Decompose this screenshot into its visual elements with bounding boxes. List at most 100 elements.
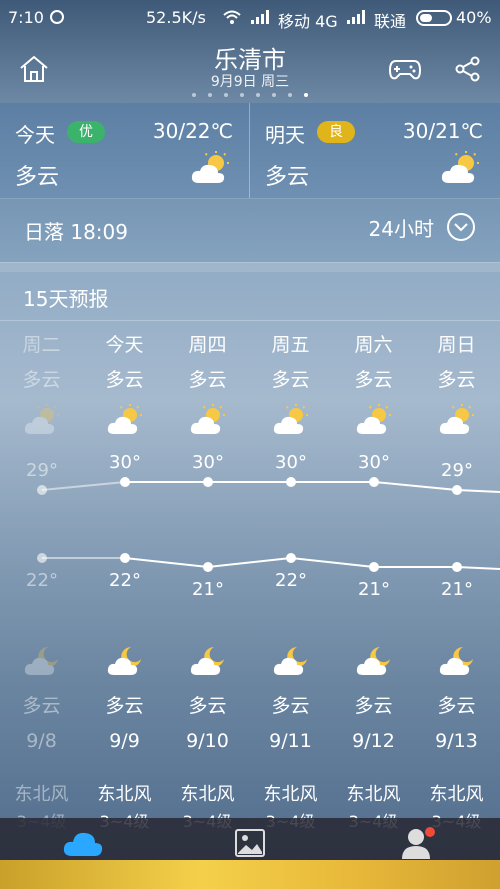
low-temp-point [120, 553, 130, 563]
moon-cloud-icon [356, 647, 390, 675]
share-icon[interactable] [455, 56, 481, 82]
low-temp-label: 22° [109, 570, 141, 591]
high-temp-point [203, 477, 213, 487]
carrier-1: 移动 4G [278, 12, 338, 31]
partly-cloudy-icon [356, 404, 391, 434]
forecast-night-column: 多云 9/13 东北风 3~4级 [415, 645, 498, 832]
city-title: 乐清市 [214, 46, 286, 74]
forecast-day: 周四 [188, 334, 227, 356]
tomorrow-card[interactable]: 明天 良 30/21℃ 多云 [250, 103, 499, 198]
forecast-date: 9/11 [269, 730, 312, 752]
forecast-night-condition: 多云 [437, 695, 476, 717]
battery-icon [416, 10, 452, 26]
forecast-night-condition: 多云 [105, 695, 144, 717]
partly-cloudy-icon [441, 151, 479, 183]
forecast-wind: 东北风 [346, 784, 401, 805]
low-temp-line-segment [456, 566, 500, 570]
page-indicator [192, 93, 312, 99]
forecast-day-column[interactable]: 周日 多云 [415, 330, 498, 440]
forecast-day-condition: 多云 [22, 369, 61, 391]
moon-cloud-icon [24, 647, 58, 675]
forecast-day-condition: 多云 [105, 369, 144, 391]
page-dot [224, 93, 228, 97]
low-temp-label: 21° [192, 579, 224, 600]
low-temp-point [286, 553, 296, 563]
high-temp-label: 30° [358, 452, 390, 473]
date-subtitle: 9月9日 周三 [210, 74, 290, 90]
partly-cloudy-icon [24, 404, 59, 434]
user-icon [402, 827, 435, 859]
gamepad-icon[interactable] [388, 56, 422, 82]
sunset-label: 日落 18:09 [24, 220, 128, 244]
forecast-date: 9/12 [352, 730, 395, 752]
forecast-wind: 东北风 [97, 784, 152, 805]
high-temp-line-segment [41, 481, 126, 491]
today-card[interactable]: 今天 优 30/22℃ 多云 [0, 103, 249, 198]
low-temp-point [452, 562, 462, 572]
forecast-day-column[interactable]: 周六 多云 [332, 330, 415, 440]
forecast-wind: 东北风 [429, 784, 484, 805]
forecast-day-condition: 多云 [354, 369, 393, 391]
forecast-date: 9/9 [109, 730, 140, 752]
forecast-day-column[interactable]: 周五 多云 [249, 330, 332, 440]
moon-cloud-icon [107, 647, 141, 675]
battery-level: 40% [456, 8, 492, 27]
partly-cloudy-icon [439, 404, 474, 434]
moon-cloud-icon [439, 647, 473, 675]
page-dot [272, 93, 276, 97]
signal-icon [347, 10, 365, 24]
hourly-toggle-button[interactable]: 24小时 [369, 212, 476, 242]
forecast-day: 周二 [22, 334, 61, 356]
forecast-day-column[interactable]: 周四 多云 [166, 330, 249, 440]
hourly-toggle-label: 24小时 [368, 216, 434, 241]
forecast-day-condition: 多云 [271, 369, 310, 391]
card-divider [249, 103, 250, 198]
low-temp-line-segment [207, 557, 292, 568]
forecast-day: 周六 [354, 334, 393, 356]
high-temp-point [452, 485, 462, 495]
high-temp-point [120, 477, 130, 487]
status-bar: 7:10 52.5K/s 移动 4G 联通 40% [0, 0, 500, 36]
high-temp-line-segment [373, 481, 458, 491]
forecast-day-condition: 多云 [437, 369, 476, 391]
page-dot [240, 93, 244, 97]
high-temp-label: 29° [26, 460, 58, 481]
low-temp-label: 22° [26, 570, 58, 591]
wifi-icon [223, 10, 241, 24]
low-temp-line-segment [124, 557, 209, 568]
forecast-day: 周日 [437, 334, 476, 356]
forecast-date: 9/13 [435, 730, 478, 752]
low-temp-point [203, 562, 213, 572]
signal-icon [251, 10, 269, 24]
card-condition: 多云 [15, 165, 60, 190]
high-temp-point [369, 477, 379, 487]
ad-banner[interactable] [0, 860, 500, 889]
forecast-day-column[interactable]: 周二 多云 [0, 330, 83, 440]
card-day: 今天 [15, 123, 55, 147]
page-dot [208, 93, 212, 97]
cloud-icon [63, 832, 103, 856]
forecast-day: 周五 [271, 334, 310, 356]
today-tomorrow-cards: 今天 优 30/22℃ 多云 明天 良 30/21℃ 多云 [0, 103, 500, 199]
forecast-wind: 东北风 [180, 784, 235, 805]
partly-cloudy-icon [191, 151, 229, 183]
partly-cloudy-icon [190, 404, 225, 434]
forecast-date: 9/10 [186, 730, 229, 752]
notification-icon [50, 10, 64, 24]
carrier-2: 联通 [374, 12, 407, 31]
card-temp: 30/21℃ [402, 119, 483, 143]
forecast-wind: 东北风 [263, 784, 318, 805]
forecast-day-column[interactable]: 今天 多云 [83, 330, 166, 440]
page-dot [256, 93, 260, 97]
high-temp-label: 30° [192, 452, 224, 473]
forecast-night-column: 多云 9/12 东北风 3~4级 [332, 645, 415, 832]
forecast-day-condition: 多云 [188, 369, 227, 391]
sunset-row: 日落 18:09 24小时 [0, 198, 500, 263]
forecast-night-condition: 多云 [271, 695, 310, 717]
forecast-date: 9/8 [26, 730, 57, 752]
forecast-night-column: 多云 9/9 东北风 3~4级 [83, 645, 166, 832]
forecast-night-column: 多云 9/10 东北风 3~4级 [166, 645, 249, 832]
page-dot [192, 93, 196, 97]
high-temp-label: 30° [109, 452, 141, 473]
network-speed: 52.5K/s [146, 8, 206, 27]
